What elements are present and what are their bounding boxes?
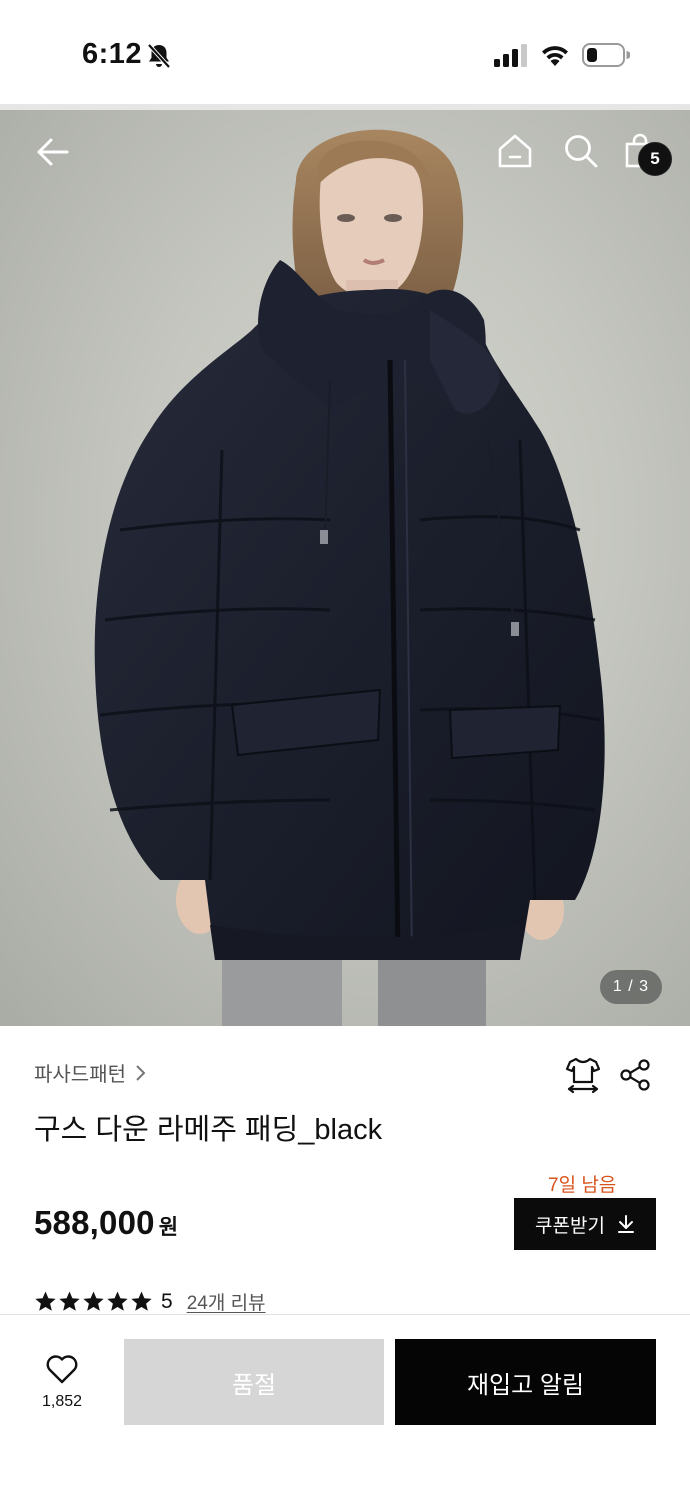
heart-icon: [46, 1355, 78, 1384]
size-guide-button[interactable]: [564, 1056, 602, 1094]
home-icon: [498, 134, 532, 168]
star-icon: [35, 1291, 56, 1311]
coupon-button-label: 쿠폰받기: [535, 1215, 605, 1237]
bell-slash-icon: [147, 43, 171, 69]
coupon-days-left: 7일 남음: [548, 1175, 617, 1196]
size-guide-icon: [565, 1057, 601, 1094]
soldout-button[interactable]: 품절: [124, 1339, 384, 1425]
star-icon: [59, 1291, 80, 1311]
product-photo: [94, 129, 605, 1026]
battery-icon: [582, 43, 630, 67]
price-value: 588,000: [34, 1204, 155, 1241]
product-price: 588,000 원: [34, 1204, 178, 1242]
product-image-gallery[interactable]: 1 / 3: [0, 110, 690, 1026]
cellular-signal-icon: [494, 44, 527, 67]
brand-link[interactable]: 파사드패턴: [34, 1058, 146, 1087]
wishlist-button[interactable]: 1,852: [28, 1353, 96, 1433]
wifi-icon: [542, 46, 568, 66]
star-icon: [131, 1291, 152, 1311]
share-icon: [620, 1059, 650, 1091]
status-bar: 6:12: [0, 0, 690, 104]
search-icon: [565, 135, 598, 168]
chevron-right-icon: [136, 1064, 146, 1081]
home-button[interactable]: [494, 128, 536, 174]
product-title: 구스 다운 라메주 패딩_black: [34, 1114, 383, 1146]
status-time: 6:12: [82, 38, 143, 70]
get-coupon-button[interactable]: 쿠폰받기: [514, 1198, 656, 1250]
bottom-action-bar: 1,852 품절 재입고 알림: [0, 1314, 690, 1500]
star-icon: [107, 1291, 128, 1311]
back-button[interactable]: [28, 128, 76, 176]
review-link[interactable]: 24개 리뷰: [187, 1288, 266, 1315]
star-icon: [83, 1291, 104, 1311]
price-currency: 원: [158, 1216, 179, 1239]
restock-alert-button[interactable]: 재입고 알림: [395, 1339, 656, 1425]
back-arrow-icon: [37, 138, 69, 166]
rating-value: 5: [161, 1289, 173, 1313]
rating-stars: [34, 1290, 153, 1313]
search-button[interactable]: [560, 128, 602, 174]
wishlist-count: 1,852: [41, 1393, 83, 1410]
cart-count-badge: 5: [638, 142, 672, 176]
brand-name: 파사드패턴: [34, 1064, 126, 1086]
download-icon: [617, 1215, 634, 1233]
product-rating: 5 24개 리뷰: [34, 1288, 266, 1315]
gallery-page-indicator: 1 / 3: [600, 970, 662, 1004]
share-button[interactable]: [618, 1058, 652, 1092]
